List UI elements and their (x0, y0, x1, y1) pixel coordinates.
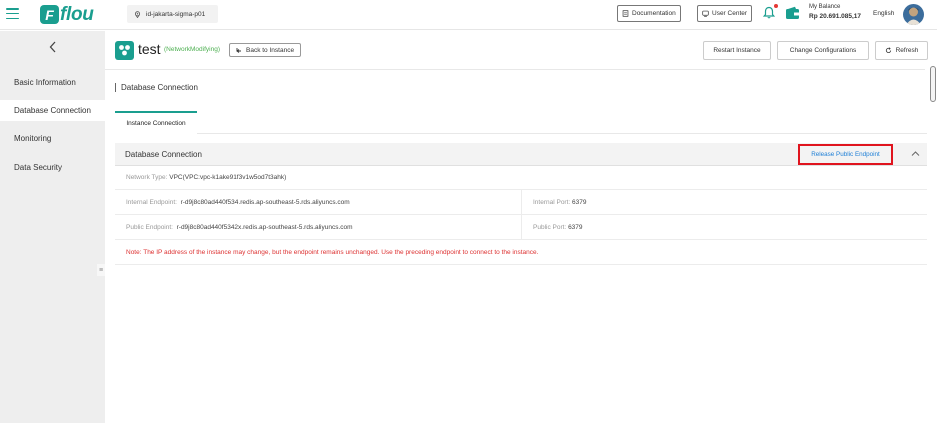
user-center-label: User Center (712, 10, 748, 17)
public-endpoint-value: r-d9j8c80ad440f5342x.redis.ap-southeast-… (176, 223, 353, 231)
internal-endpoint-value: r-d9j8c80ad440f534.redis.ap-southeast-5.… (180, 198, 350, 206)
back-to-instance-label: Back to Instance (246, 46, 295, 54)
chevron-up-icon[interactable] (911, 150, 920, 157)
logo-text: flou (60, 3, 94, 25)
top-bar: F flou id-jakarta-sigma-p01 Documentatio… (0, 0, 937, 30)
main-content: test (NetworkModifying) Back to Instance… (105, 31, 937, 423)
documentation-button[interactable]: Documentation (617, 5, 681, 22)
back-to-instance-button[interactable]: Back to Instance (229, 43, 302, 57)
restart-instance-label: Restart Instance (713, 47, 761, 54)
sidebar-toggle-icon[interactable]: ≡ (97, 264, 105, 276)
release-public-endpoint-link[interactable]: Release Public Endpoint (798, 144, 893, 165)
back-arrow-icon (236, 48, 241, 53)
change-configurations-label: Change Configurations (789, 47, 857, 54)
document-icon (622, 10, 629, 17)
connection-panel: Database Connection Release Public Endpo… (115, 143, 927, 265)
logo[interactable]: F flou (40, 4, 94, 25)
balance-label: My Balance (809, 4, 841, 10)
location-pin-icon (134, 10, 141, 18)
network-type-label: Network Type: (126, 174, 168, 181)
public-endpoint-row: Public Endpoint: r-d9j8c80ad440f5342x.re… (115, 215, 927, 240)
menu-icon[interactable] (6, 8, 19, 20)
instance-status: (NetworkModifying) (164, 46, 220, 53)
user-center-button[interactable]: User Center (697, 5, 753, 22)
chevron-left-icon[interactable] (48, 41, 58, 53)
panel-header: Database Connection Release Public Endpo… (115, 143, 927, 166)
release-public-endpoint-label: Release Public Endpoint (811, 151, 880, 158)
internal-port-cell: Internal Port: 6379 (522, 190, 587, 214)
public-endpoint-cell: Public Endpoint: r-d9j8c80ad440f5342x.re… (115, 215, 353, 239)
note-cell: Note: The IP address of the instance may… (115, 240, 538, 264)
connection-note: Note: The IP address of the instance may… (126, 248, 539, 256)
change-configurations-button[interactable]: Change Configurations (777, 41, 869, 60)
refresh-label: Refresh (895, 47, 919, 54)
network-type-value: VPC(VPC:vpc-k1ake91f3v1w5od7t3ahk) (169, 174, 287, 181)
restart-instance-button[interactable]: Restart Instance (703, 41, 771, 60)
bell-icon[interactable] (763, 6, 775, 19)
header-divider (105, 69, 925, 70)
scrollbar-thumb[interactable] (930, 66, 936, 102)
instance-name: test (138, 41, 161, 57)
balance-value[interactable]: Rp 20.691.085,17 (809, 13, 861, 20)
network-type-row: Network Type: VPC(VPC:vpc-k1ake91f3v1w5o… (115, 166, 927, 190)
sidebar-item-monitoring[interactable]: Monitoring (0, 128, 105, 149)
public-port-label: Public Port: (533, 223, 567, 231)
user-center-icon (702, 10, 709, 17)
avatar[interactable] (903, 4, 924, 25)
network-type-cell: Network Type: VPC(VPC:vpc-k1ake91f3v1w5o… (115, 166, 286, 189)
internal-port-value: 6379 (572, 198, 587, 206)
note-row: Note: The IP address of the instance may… (115, 240, 927, 265)
sidebar-item-data-security[interactable]: Data Security (0, 157, 105, 178)
internal-endpoint-label: Internal Endpoint: (126, 198, 177, 206)
internal-endpoint-cell: Internal Endpoint: r-d9j8c80ad440f534.re… (115, 190, 350, 214)
instance-icon (115, 41, 134, 60)
refresh-button[interactable]: Refresh (875, 41, 928, 60)
internal-port-label: Internal Port: (533, 198, 571, 206)
documentation-label: Documentation (632, 10, 676, 17)
logo-mark: F (40, 5, 59, 24)
sidebar-item-label: Database Connection (14, 106, 91, 115)
region-selector[interactable]: id-jakarta-sigma-p01 (127, 5, 218, 23)
page-title: Database Connection (115, 83, 198, 92)
internal-endpoint-row: Internal Endpoint: r-d9j8c80ad440f534.re… (115, 190, 927, 215)
public-port-value: 6379 (568, 223, 583, 231)
tab-instance-connection[interactable]: Instance Connection (115, 111, 197, 134)
public-port-cell: Public Port: 6379 (522, 215, 583, 239)
tab-underline (197, 133, 927, 134)
sidebar-item-label: Data Security (14, 163, 63, 172)
sidebar: Basic Information Database Connection Mo… (0, 31, 105, 423)
language-selector[interactable]: English (873, 10, 894, 17)
refresh-icon (885, 47, 891, 54)
region-label: id-jakarta-sigma-p01 (146, 10, 206, 18)
panel-title: Database Connection (125, 150, 202, 159)
tab-label: Instance Connection (126, 120, 186, 127)
sidebar-item-basic-information[interactable]: Basic Information (0, 72, 105, 93)
wallet-icon[interactable] (785, 6, 800, 20)
sidebar-item-label: Basic Information (14, 78, 76, 87)
sidebar-item-database-connection[interactable]: Database Connection (0, 100, 105, 121)
notification-dot (774, 4, 778, 8)
sidebar-item-label: Monitoring (14, 134, 52, 143)
public-endpoint-label: Public Endpoint: (126, 223, 173, 231)
